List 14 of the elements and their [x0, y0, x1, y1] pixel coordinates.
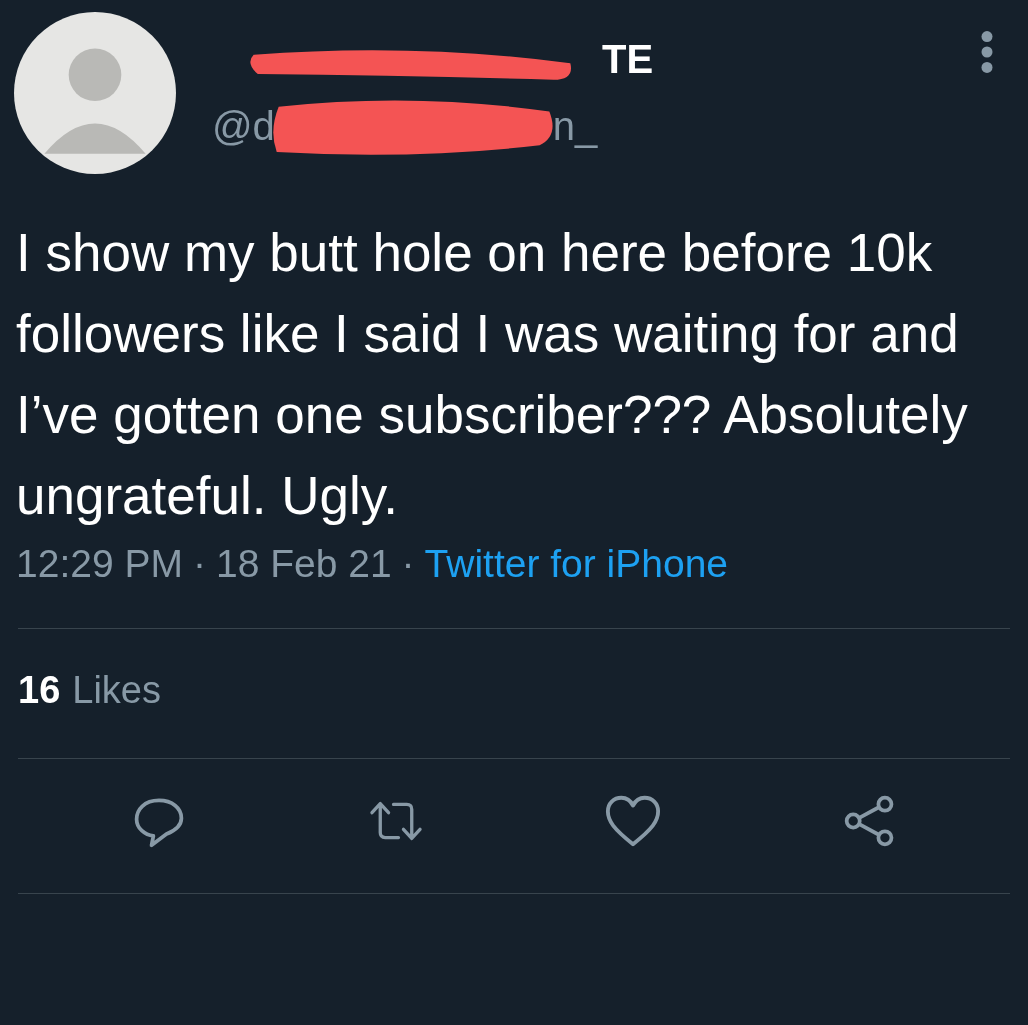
heart-icon[interactable]	[603, 793, 662, 849]
user-handle: n_	[552, 103, 598, 149]
source-link[interactable]: Twitter for iPhone	[424, 542, 729, 586]
avatar[interactable]	[14, 12, 176, 174]
more-icon[interactable]	[980, 30, 994, 74]
tweet-time: 12:29 PM	[16, 542, 183, 586]
separator-dot: ·	[401, 542, 415, 586]
tweet-text: I show my butt hole on here before 10k followers like I said I was waiting for and I’ve gotten one subscriber??? Absolutely ungrateful. Ugly.	[15, 222, 969, 527]
tweet-date: 18 Feb 21	[215, 542, 392, 586]
separator-dot: ·	[192, 542, 206, 586]
likes-count: 16	[18, 669, 61, 712]
display-name: TE	[602, 36, 654, 82]
user-handle: @d	[212, 103, 275, 149]
likes-label: Likes	[72, 669, 161, 712]
